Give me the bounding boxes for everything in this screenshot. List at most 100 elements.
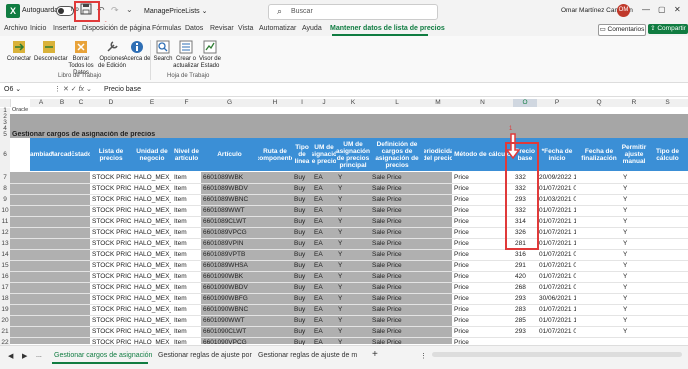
tab-scroll-handle[interactable]: ⋮ — [420, 352, 427, 360]
table-cell[interactable]: HALO_MEX_BU — [134, 328, 171, 335]
table-cell[interactable]: 6601089WHSA — [203, 262, 257, 269]
comments-button[interactable]: ▭ Comentarios — [598, 24, 646, 36]
row-header[interactable]: 19 — [0, 304, 10, 315]
prev-sheet-icon[interactable]: ◀ — [8, 352, 13, 360]
table-header-cell[interactable]: Nivel de artículo — [172, 138, 202, 171]
row-header[interactable]: 17 — [0, 282, 10, 293]
table-cell[interactable]: Price — [454, 306, 512, 313]
table-cell[interactable]: Item — [174, 284, 200, 291]
table-cell[interactable]: Price — [454, 317, 512, 324]
table-cell[interactable]: Price — [454, 284, 512, 291]
table-cell[interactable]: Sale Price — [372, 185, 423, 192]
table-cell[interactable]: EA — [314, 306, 335, 313]
table-cell[interactable]: STOCK PRICE — [92, 229, 131, 236]
table-cell[interactable]: Y — [338, 240, 369, 247]
clear-data-button[interactable]: Borrar Todos los Datos — [66, 40, 96, 77]
table-cell[interactable]: Price — [454, 218, 512, 225]
column-header[interactable]: O — [513, 99, 538, 107]
menu-insertar[interactable]: Insertar — [53, 25, 77, 32]
table-cell[interactable]: Buy — [294, 251, 311, 258]
table-cell[interactable]: Buy — [294, 306, 311, 313]
column-header[interactable]: S — [647, 99, 688, 107]
table-cell[interactable]: STOCK PRICE — [92, 295, 131, 302]
table-cell[interactable]: HALO_MEX_BU — [134, 284, 171, 291]
table-cell[interactable]: 6601090WBK — [203, 273, 257, 280]
table-cell[interactable]: HALO_MEX_BU — [134, 207, 171, 214]
fx-label[interactable]: fx — [79, 86, 84, 93]
table-cell[interactable]: Y — [338, 317, 369, 324]
table-cell[interactable]: Y — [338, 207, 369, 214]
table-cell[interactable]: HALO_MEX_BU — [134, 273, 171, 280]
table-cell[interactable]: 6601089VPTB — [203, 251, 257, 258]
table-cell[interactable]: 6601089WBK — [203, 174, 257, 181]
table-header-cell[interactable]: Unidad de negocio — [132, 138, 173, 171]
table-cell[interactable]: Buy — [294, 295, 311, 302]
table-cell[interactable]: Buy — [294, 284, 311, 291]
column-header[interactable]: I — [292, 99, 313, 107]
table-cell[interactable]: Price — [454, 262, 512, 269]
column-header[interactable]: C — [72, 99, 91, 107]
status-viewer-button[interactable]: Visor de Estado — [195, 40, 225, 70]
table-cell[interactable]: Item — [174, 262, 200, 269]
table-cell[interactable]: EA — [314, 273, 335, 280]
column-header[interactable]: J — [312, 99, 337, 107]
table-cell[interactable]: 20/09/2022 14:47 — [539, 174, 576, 181]
table-cell[interactable]: Y — [338, 328, 369, 335]
table-cell[interactable]: HALO_MEX_BU — [134, 229, 171, 236]
menu-formulas[interactable]: Fórmulas — [152, 25, 181, 32]
table-cell[interactable]: 01/07/2021 18:00 — [539, 207, 576, 214]
table-cell[interactable]: Price — [454, 229, 512, 236]
column-header[interactable]: L — [370, 99, 425, 107]
avatar[interactable]: OM — [617, 4, 630, 17]
table-cell[interactable]: Sale Price — [372, 251, 423, 258]
table-cell[interactable]: STOCK PRICE — [92, 251, 131, 258]
table-cell[interactable]: EA — [314, 240, 335, 247]
table-cell[interactable]: Item — [174, 251, 200, 258]
table-cell[interactable]: Y — [623, 218, 646, 225]
table-cell[interactable]: HALO_MEX_BU — [134, 262, 171, 269]
table-cell[interactable]: 01/07/2021 16:00 — [539, 306, 576, 313]
tab-reglas-ajuste-por[interactable]: Gestionar reglas de ajuste por — [158, 352, 252, 359]
table-cell[interactable]: Y — [623, 306, 646, 313]
horizontal-scrollbar[interactable] — [432, 352, 682, 357]
table-cell[interactable]: Y — [338, 229, 369, 236]
row-header[interactable]: 15 — [0, 260, 10, 271]
table-cell[interactable]: Y — [338, 295, 369, 302]
table-cell[interactable]: Buy — [294, 207, 311, 214]
table-header-cell[interactable]: Lista de precios — [90, 138, 133, 171]
table-header-cell[interactable]: UM de asignación de precios principal — [336, 138, 371, 171]
menu-price-lists[interactable]: Mantener datos de lista de precios — [330, 25, 445, 32]
column-header[interactable]: M — [424, 99, 453, 107]
column-header[interactable]: B — [52, 99, 73, 107]
table-cell[interactable]: Item — [174, 328, 200, 335]
table-cell[interactable]: Sale Price — [372, 229, 423, 236]
table-cell[interactable]: EA — [314, 174, 335, 181]
table-header-cell[interactable]: Periodicidad del precio — [424, 138, 453, 171]
column-header[interactable]: G — [201, 99, 259, 107]
tab-gestionar-cargos[interactable]: Gestionar cargos de asignación — [54, 352, 152, 359]
table-cell[interactable]: Y — [623, 295, 646, 302]
table-cell[interactable]: 6601089VPCG — [203, 229, 257, 236]
table-cell[interactable]: 285 — [515, 317, 536, 324]
row-header[interactable]: 10 — [0, 205, 10, 216]
confirm-icon[interactable]: ✓ — [71, 86, 77, 93]
column-header[interactable]: D — [90, 99, 133, 107]
table-cell[interactable]: Y — [338, 273, 369, 280]
column-header[interactable]: F — [172, 99, 202, 107]
table-cell[interactable]: EA — [314, 295, 335, 302]
table-cell[interactable]: STOCK PRICE — [92, 328, 131, 335]
table-cell[interactable]: 283 — [515, 306, 536, 313]
table-cell[interactable]: Y — [338, 262, 369, 269]
table-cell[interactable]: 6601089VPIN — [203, 240, 257, 247]
table-cell[interactable]: Item — [174, 174, 200, 181]
table-cell[interactable]: 01/07/2021 09:43 — [539, 185, 576, 192]
cancel-icon[interactable]: ✕ — [63, 86, 69, 93]
menu-disposicion[interactable]: Disposición de página — [82, 25, 151, 32]
table-cell[interactable]: STOCK PRICE — [92, 262, 131, 269]
table-cell[interactable]: Y — [338, 196, 369, 203]
table-cell[interactable]: Y — [338, 251, 369, 258]
table-cell[interactable]: HALO_MEX_BU — [134, 185, 171, 192]
table-cell[interactable]: 01/07/2021 19:00 — [539, 218, 576, 225]
row-header[interactable]: 21 — [0, 326, 10, 337]
share-button[interactable]: ⇪ Compartir — [648, 24, 688, 34]
